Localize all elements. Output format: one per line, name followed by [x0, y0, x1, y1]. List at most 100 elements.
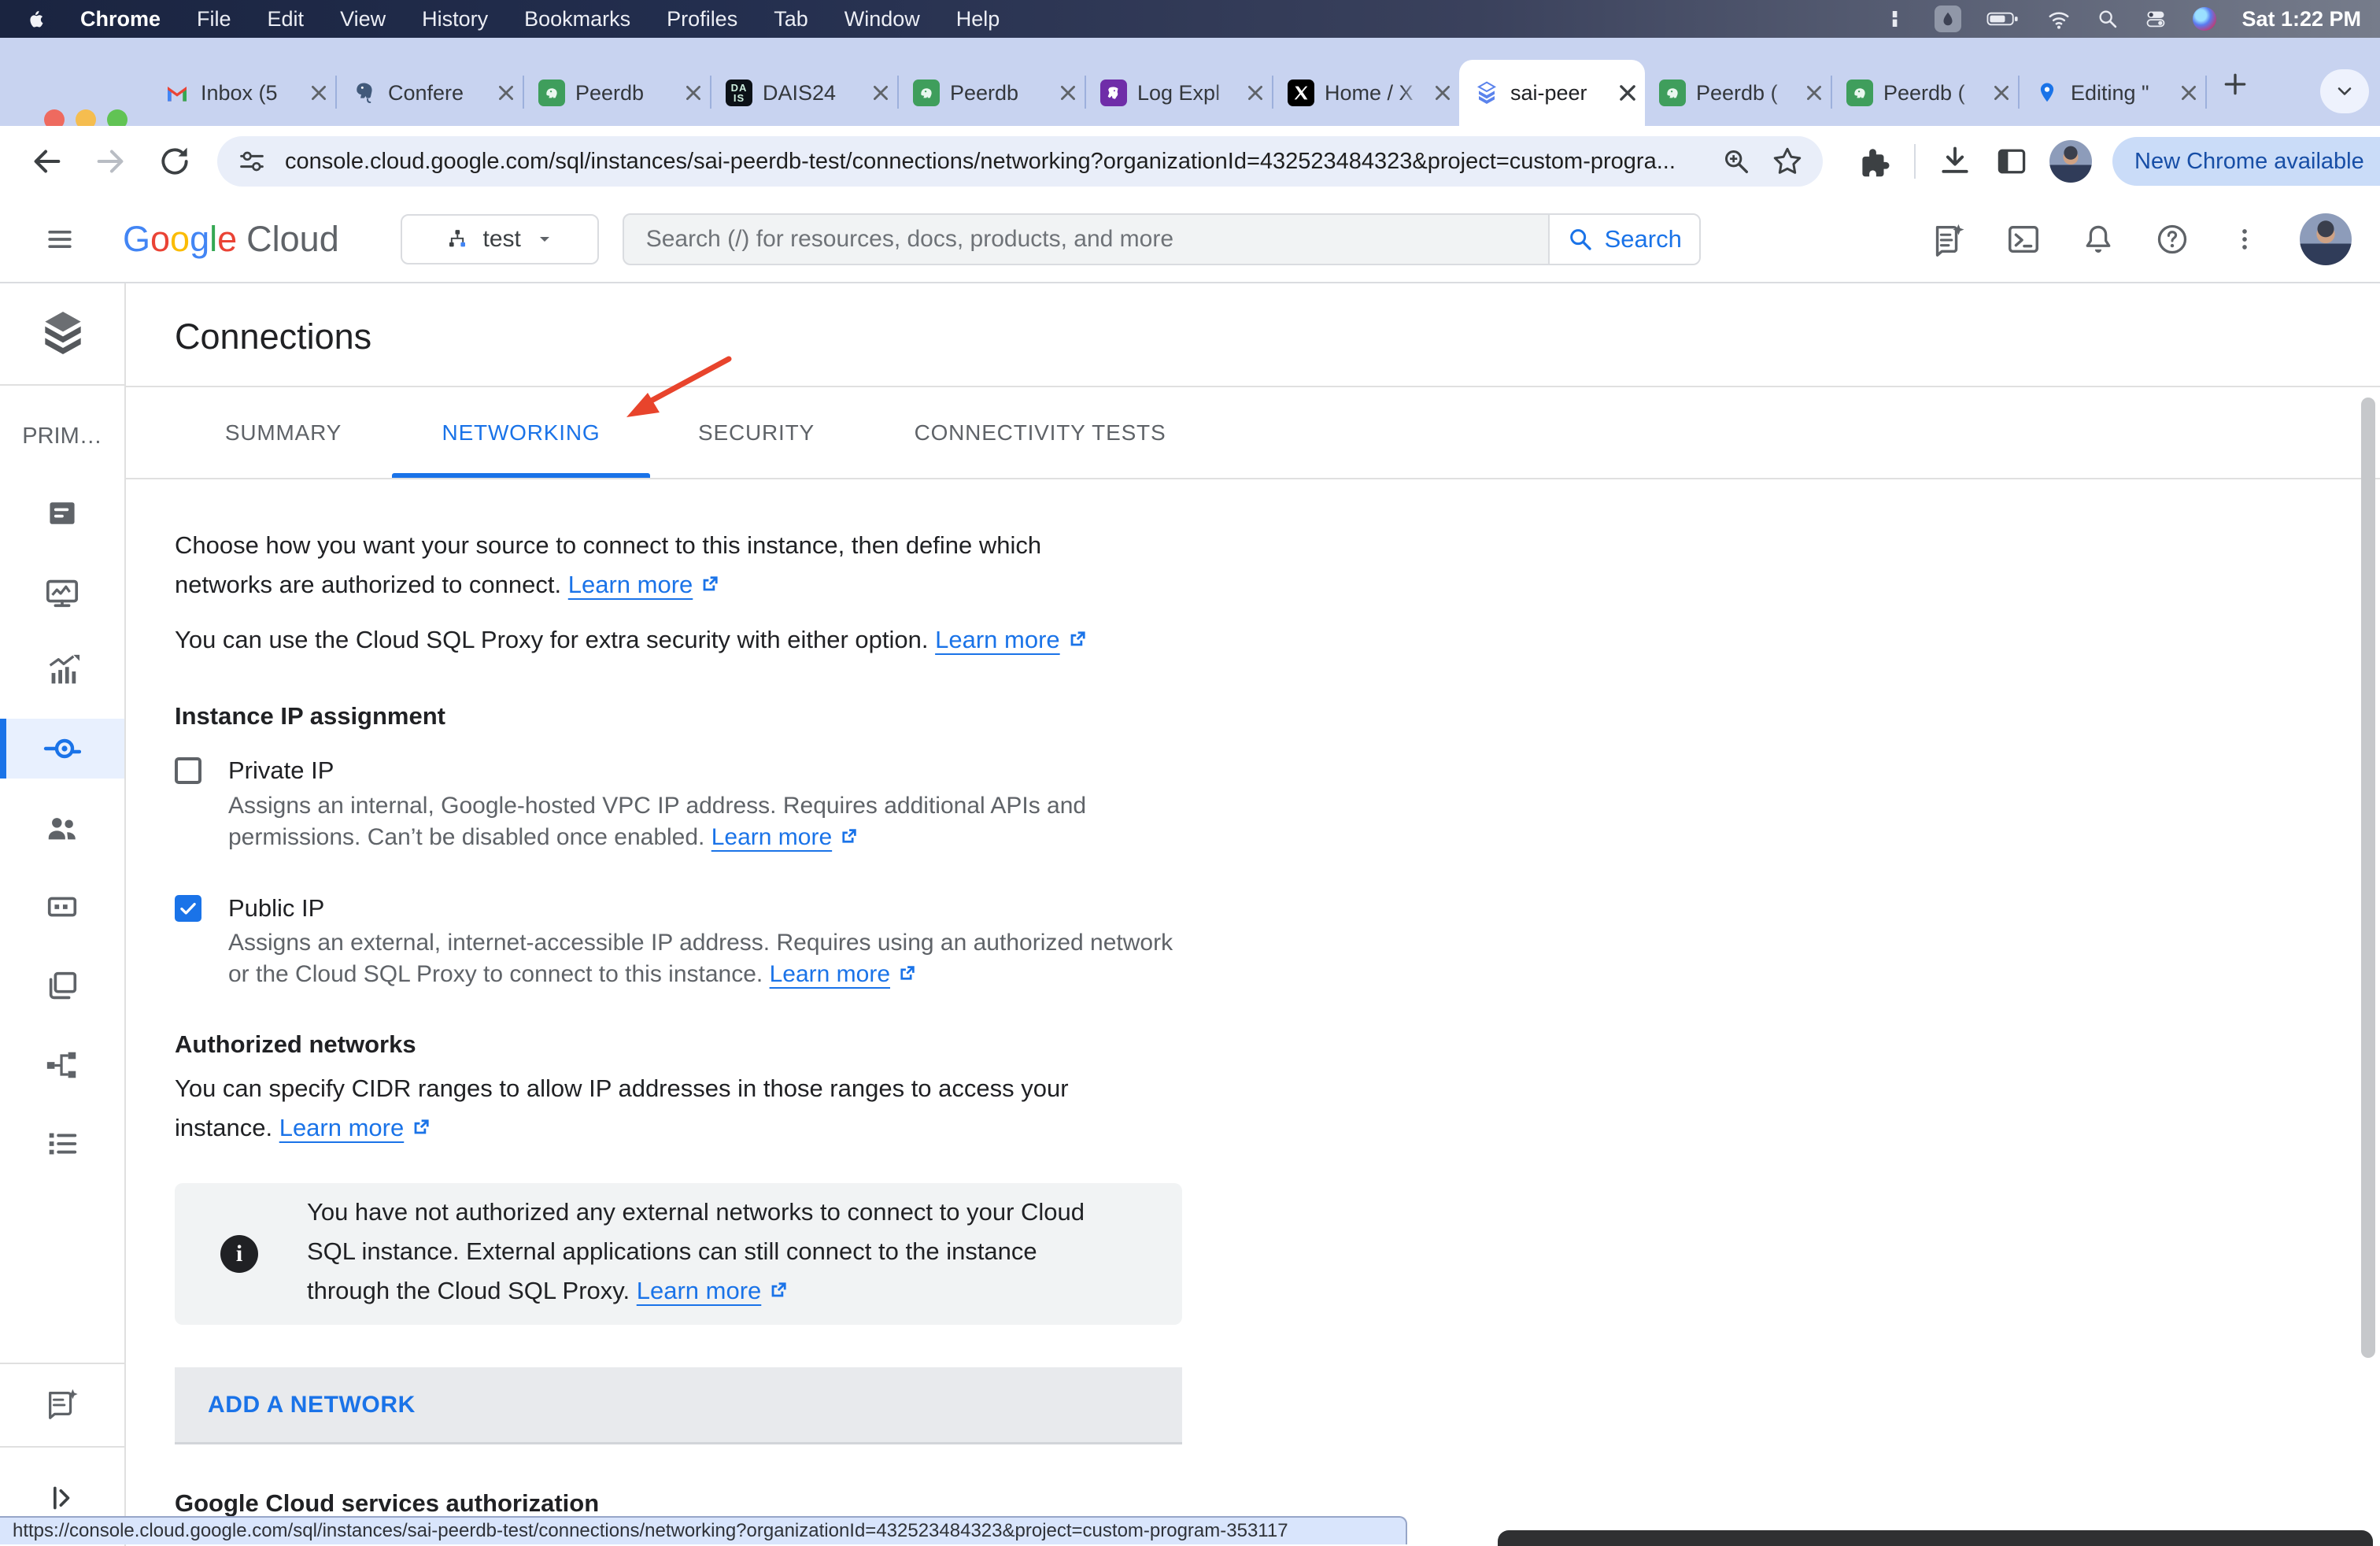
sidebar-item-users[interactable] — [0, 798, 124, 858]
sidebar-item-replicas[interactable] — [0, 1035, 124, 1095]
menu-tab[interactable]: Tab — [774, 7, 808, 31]
sidebar-item-overview[interactable] — [0, 483, 124, 543]
tab-networking[interactable]: NETWORKING — [392, 387, 650, 478]
tab-peerdb-4[interactable]: Peerdb ( — [1832, 60, 2018, 126]
gcp-header-actions — [1930, 213, 2352, 265]
learn-more-link[interactable]: Learn more — [711, 824, 832, 850]
notifications-bell-icon[interactable] — [2081, 222, 2116, 257]
downloads-icon[interactable] — [1938, 144, 1972, 179]
sidebar-item-databases[interactable] — [0, 877, 124, 937]
project-picker-button[interactable]: test — [401, 214, 599, 264]
tab-peerdb-3[interactable]: Peerdb ( — [1645, 60, 1831, 126]
menu-profiles[interactable]: Profiles — [667, 7, 737, 31]
tab-sai-peerdb-active[interactable]: sai-peer — [1459, 60, 1645, 126]
close-icon[interactable] — [1991, 83, 2012, 103]
menu-chrome[interactable]: Chrome — [80, 7, 161, 31]
sidebar-item-connections[interactable] — [0, 719, 124, 779]
tab-x-home[interactable]: Home / X — [1273, 60, 1459, 126]
menu-help[interactable]: Help — [956, 7, 1000, 31]
learn-more-link[interactable]: Learn more — [568, 571, 693, 598]
tab-peerdb-1[interactable]: Peerdb — [524, 60, 710, 126]
reload-icon[interactable] — [157, 144, 192, 179]
gcp-header: Google Cloud test Search (/) for resourc… — [0, 197, 2380, 283]
public-ip-checkbox[interactable] — [175, 895, 201, 922]
more-menu-icon[interactable] — [2377, 148, 2380, 175]
battery-icon[interactable] — [1986, 7, 2021, 31]
close-icon[interactable] — [1804, 83, 1824, 103]
close-icon[interactable] — [1058, 83, 1078, 103]
gcp-search-label: Search — [1605, 225, 1682, 253]
tab-summary[interactable]: SUMMARY — [175, 387, 392, 478]
menu-view[interactable]: View — [340, 7, 386, 31]
gcp-account-avatar[interactable] — [2300, 213, 2352, 265]
close-icon[interactable] — [309, 83, 329, 103]
tab-title: Peerdb — [575, 81, 673, 105]
wifi-icon[interactable] — [2046, 7, 2071, 31]
menu-bar-clock[interactable]: Sat 1:22 PM — [2241, 7, 2361, 31]
learn-more-link[interactable]: Learn more — [637, 1277, 762, 1304]
tab-connectivity-tests[interactable]: CONNECTIVITY TESTS — [863, 387, 1218, 478]
chrome-toolbar: console.cloud.google.com/sql/instances/s… — [0, 126, 2380, 197]
bookmark-star-icon[interactable] — [1771, 145, 1804, 178]
add-network-button[interactable]: ADD A NETWORK — [175, 1367, 1182, 1444]
sidebar-item-monitoring[interactable] — [0, 563, 124, 623]
close-icon[interactable] — [496, 83, 516, 103]
close-icon[interactable] — [870, 83, 891, 103]
tab-search-chevron-button[interactable] — [2320, 69, 2369, 113]
tab-security[interactable]: SECURITY — [650, 387, 863, 478]
spotlight-search-icon[interactable] — [2097, 8, 2119, 30]
sidebar-item-operations[interactable] — [0, 1114, 124, 1174]
tab-editing[interactable]: Editing " — [2020, 60, 2205, 126]
side-panel-icon[interactable] — [1994, 144, 2029, 179]
tab-inbox[interactable]: Inbox (5 — [150, 60, 335, 126]
back-icon[interactable] — [28, 143, 65, 179]
address-bar[interactable]: console.cloud.google.com/sql/instances/s… — [217, 136, 1823, 187]
tab-log-explorer[interactable]: Log Expl — [1086, 60, 1272, 126]
close-icon[interactable] — [1617, 82, 1639, 104]
private-ip-checkbox[interactable] — [175, 757, 201, 784]
close-icon[interactable] — [1245, 83, 1266, 103]
stats-icon[interactable] — [1886, 7, 1909, 31]
close-icon[interactable] — [683, 83, 704, 103]
tab-conference[interactable]: Confere — [337, 60, 523, 126]
browser-profile-avatar[interactable] — [2049, 140, 2092, 183]
menu-edit[interactable]: Edit — [268, 7, 305, 31]
close-icon[interactable] — [2179, 83, 2199, 103]
siri-icon[interactable] — [2193, 7, 2216, 31]
menu-file[interactable]: File — [197, 7, 231, 31]
menu-history[interactable]: History — [422, 7, 488, 31]
learn-more-link[interactable]: Learn more — [935, 626, 1060, 653]
control-center-icon[interactable] — [2144, 8, 2168, 30]
learn-more-link[interactable]: Learn more — [770, 961, 890, 987]
public-ip-label[interactable]: Public IP — [228, 889, 324, 928]
private-ip-label[interactable]: Private IP — [228, 751, 334, 790]
sidebar-item-backups[interactable] — [0, 956, 124, 1016]
help-icon[interactable] — [2155, 222, 2190, 257]
hamburger-menu-icon[interactable] — [42, 222, 77, 257]
sidebar-item-release-notes[interactable] — [0, 1374, 124, 1433]
tab-peerdb-2[interactable]: Peerdb — [899, 60, 1085, 126]
cloud-shell-icon[interactable] — [2005, 221, 2042, 257]
menu-window[interactable]: Window — [844, 7, 920, 31]
sidebar-item-insights[interactable] — [0, 642, 124, 701]
new-tab-button[interactable] — [2219, 68, 2251, 100]
connections-icon — [43, 730, 81, 767]
forward-icon[interactable] — [93, 143, 129, 179]
tab-dais[interactable]: DAIS DAIS24 — [711, 60, 897, 126]
close-icon[interactable] — [1432, 83, 1453, 103]
apple-icon[interactable] — [24, 7, 47, 31]
zoom-in-page-icon[interactable] — [1720, 146, 1752, 177]
status-app-icon[interactable] — [1935, 6, 1961, 32]
extensions-icon[interactable] — [1859, 145, 1892, 178]
gcp-search-bar[interactable]: Search (/) for resources, docs, products… — [623, 213, 1701, 265]
google-cloud-logo[interactable]: Google Cloud — [123, 219, 339, 260]
release-notes-icon[interactable] — [1930, 221, 1966, 257]
site-settings-icon[interactable] — [236, 146, 268, 177]
learn-more-link[interactable]: Learn more — [279, 1114, 405, 1141]
kebab-menu-icon[interactable] — [2229, 224, 2260, 255]
chrome-update-pill[interactable]: New Chrome available — [2112, 137, 2380, 186]
scrollbar-thumb[interactable] — [2361, 398, 2375, 1358]
menu-bookmarks[interactable]: Bookmarks — [524, 7, 630, 31]
url-text[interactable]: console.cloud.google.com/sql/instances/s… — [285, 149, 1705, 175]
gcp-search-button[interactable]: Search — [1548, 215, 1699, 264]
